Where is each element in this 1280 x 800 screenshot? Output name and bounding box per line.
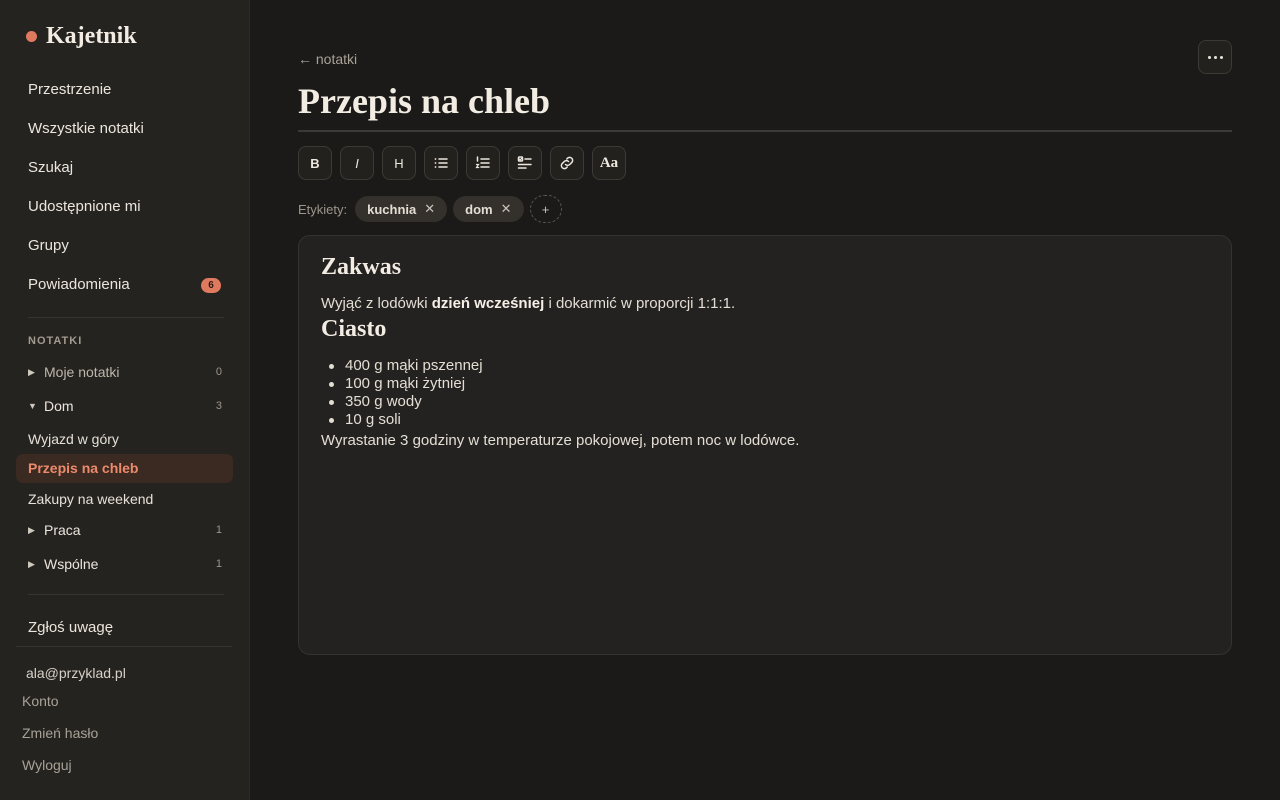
notifications-badge: 6 — [201, 278, 221, 293]
tags-label: Etykiety: — [298, 201, 348, 217]
editor-toolbar: B I H Aa — [298, 146, 626, 180]
note-link[interactable]: Wyjazd w góry — [28, 428, 119, 450]
folder-count: 3 — [215, 400, 222, 412]
folder-count: 1 — [215, 524, 222, 536]
caret-right-icon[interactable]: ▶ — [28, 553, 35, 575]
brand[interactable]: Kajetnik — [26, 22, 137, 50]
content-paragraph: Wyrastanie 3 godziny w temperaturze poko… — [321, 432, 800, 449]
sidebar: Kajetnik Przestrzenie Wszystkie notatki … — [0, 0, 250, 800]
tag-label: kuchnia — [367, 201, 417, 217]
feedback-link[interactable]: Zgłoś uwagę — [28, 616, 113, 640]
list-item: 10 g soli — [321, 411, 483, 429]
checklist-button[interactable] — [508, 146, 542, 180]
tag-chip[interactable]: kuchnia ✕ — [355, 196, 448, 222]
section-label-notes: NOTATKI — [28, 335, 83, 347]
account-email: ala@przyklad.pl — [26, 665, 126, 681]
nav-item-groups[interactable]: Grupy — [28, 234, 69, 258]
list-item: 350 g wody — [321, 393, 483, 411]
numbered-list-button[interactable] — [466, 146, 500, 180]
back-link[interactable]: ← notatki — [298, 49, 357, 69]
folder-label: Praca — [44, 522, 81, 538]
divider — [28, 317, 224, 318]
account-link[interactable]: Konto — [22, 691, 59, 711]
caret-right-icon[interactable]: ▶ — [28, 361, 35, 383]
folder-label: Moje notatki — [44, 364, 120, 380]
tag-chip[interactable]: dom ✕ — [453, 196, 524, 222]
link-icon — [560, 156, 574, 170]
divider — [16, 646, 232, 647]
content-list: 400 g mąki pszennej 100 g mąki żytniej 3… — [321, 357, 483, 429]
nav-item-spaces[interactable]: Przestrzenie — [28, 78, 111, 102]
tree-folder-dom[interactable]: ▼ Dom 3 — [28, 395, 222, 417]
add-tag-button[interactable]: + — [529, 195, 562, 223]
content-heading: Ciasto — [321, 316, 387, 342]
remove-tag-icon[interactable]: ✕ — [501, 201, 512, 217]
note-link-active[interactable]: Przepis na chleb — [16, 454, 233, 483]
folder-label: Dom — [44, 398, 74, 414]
caret-down-icon[interactable]: ▼ — [28, 395, 37, 417]
folder-count: 0 — [215, 366, 222, 378]
content-heading: Zakwas — [321, 254, 402, 280]
more-dots-icon — [1207, 55, 1223, 59]
remove-tag-icon[interactable]: ✕ — [424, 201, 435, 217]
bold-text: dzień wcześniej — [431, 295, 545, 312]
more-options-button[interactable] — [1198, 40, 1232, 74]
bold-button[interactable]: B — [298, 146, 332, 180]
list-item: 400 g mąki pszennej — [321, 357, 483, 375]
tag-label: dom — [465, 201, 493, 217]
heading-button[interactable]: H — [382, 146, 416, 180]
title-divider — [298, 130, 1232, 132]
folder-count: 1 — [215, 558, 222, 570]
list-item: 100 g mąki żytniej — [321, 375, 483, 393]
tree-folder-praca[interactable]: ▶ Praca 1 — [28, 519, 222, 541]
caret-right-icon[interactable]: ▶ — [28, 519, 35, 541]
content-paragraph: Wyjąć z lodówki dzień wcześniej i dokarm… — [321, 295, 736, 312]
divider — [28, 594, 224, 595]
link-button[interactable] — [550, 146, 584, 180]
checklist-icon — [517, 156, 532, 169]
bullet-list-button[interactable] — [424, 146, 458, 180]
folder-label: Wspólne — [44, 556, 99, 572]
tags-row: Etykiety: kuchnia ✕ dom ✕ + — [298, 195, 562, 223]
note-editor[interactable]: Zakwas Wyjąć z lodówki dzień wcześniej i… — [298, 235, 1232, 655]
nav-item-shared[interactable]: Udostępnione mi — [28, 195, 141, 219]
nav-item-all-notes[interactable]: Wszystkie notatki — [28, 117, 144, 141]
bullet-list-icon — [434, 158, 448, 168]
nav-item-notifications[interactable]: Powiadomienia — [28, 273, 130, 297]
brand-dot-icon — [26, 30, 37, 42]
note-link-label: Przepis na chleb — [28, 460, 139, 476]
tree-folder-wspolne[interactable]: ▶ Wspólne 1 — [28, 553, 222, 575]
note-title[interactable]: Przepis na chleb — [298, 78, 550, 124]
nav-item-search[interactable]: Szukaj — [28, 156, 73, 180]
note-link[interactable]: Zakupy na weekend — [28, 488, 153, 510]
tree-folder-my-notes[interactable]: ▶ Moje notatki 0 — [28, 361, 222, 383]
app-name: Kajetnik — [46, 22, 137, 49]
italic-button[interactable]: I — [340, 146, 374, 180]
change-password-link[interactable]: Zmień hasło — [22, 723, 98, 743]
logout-link[interactable]: Wyloguj — [22, 755, 72, 775]
font-button[interactable]: Aa — [592, 146, 626, 180]
numbered-list-icon — [475, 156, 490, 169]
